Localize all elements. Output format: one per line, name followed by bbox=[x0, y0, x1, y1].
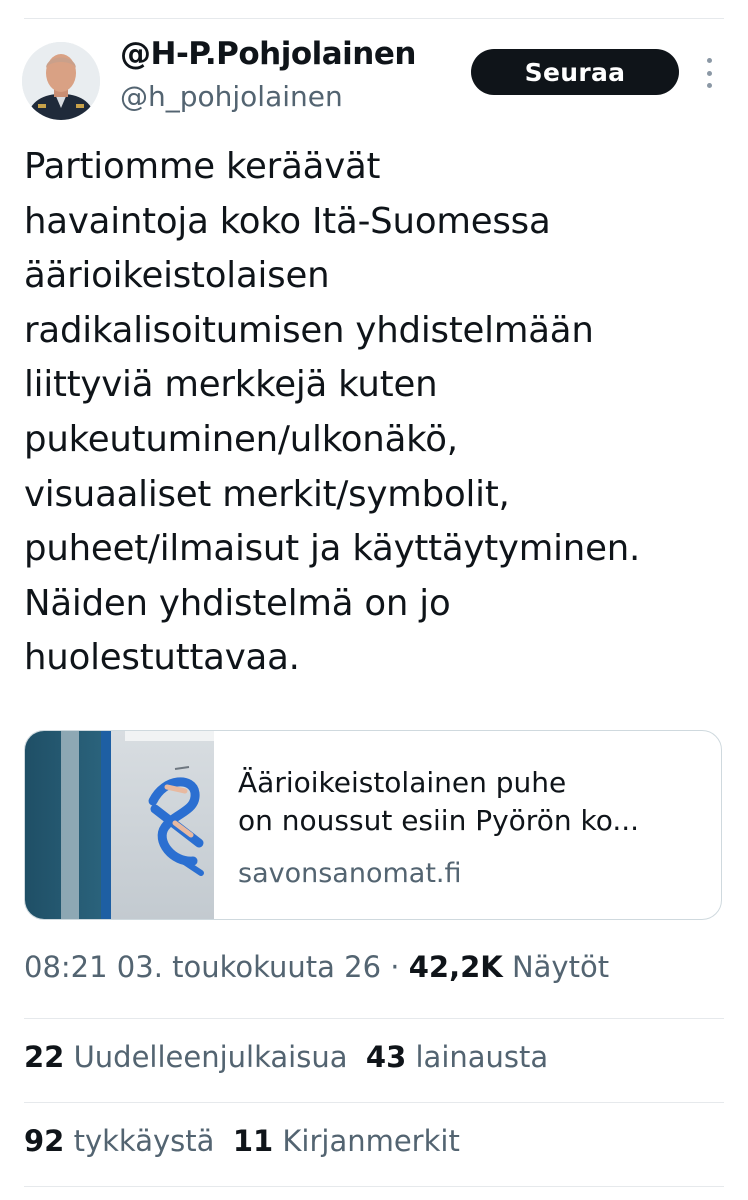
tweet-text-line: pukeutuminen/ulkonäkö, bbox=[24, 418, 458, 460]
tweet-time[interactable]: 08:21 bbox=[24, 950, 108, 984]
tweet-text-line: äärioikeistolaisen bbox=[24, 255, 330, 297]
tweet-text-line: visuaaliset merkit/symbolit, bbox=[24, 473, 510, 515]
tweet-text-line: Näiden yhdistelmä on jo bbox=[24, 582, 451, 624]
link-card-title-line: on noussut esiin Pyörön ko... bbox=[238, 804, 640, 837]
tweet-text-line: liittyviä merkkejä kuten bbox=[24, 364, 438, 406]
reposts-label: Uudelleenjulkaisua bbox=[73, 1040, 348, 1074]
tweet-date[interactable]: 03. toukokuuta 26 bbox=[117, 950, 381, 984]
avatar[interactable] bbox=[22, 42, 100, 120]
divider bbox=[24, 1186, 724, 1187]
link-card-domain: savonsanomat.fi bbox=[238, 858, 462, 889]
views-label: Näytöt bbox=[511, 950, 610, 984]
thumbnail-image bbox=[25, 731, 214, 919]
follow-button[interactable]: Seuraa bbox=[471, 49, 679, 95]
tweet-text-line: havaintoja koko Itä-Suomessa bbox=[24, 200, 551, 242]
reposts-count: 22 bbox=[24, 1040, 65, 1074]
more-dot bbox=[706, 58, 712, 63]
bookmarks-count: 11 bbox=[232, 1124, 274, 1158]
link-card[interactable]: Äärioikeistolainen puhe on noussut esiin… bbox=[24, 730, 722, 920]
more-vertical-icon[interactable] bbox=[699, 58, 719, 88]
link-card-title: Äärioikeistolainen puhe on noussut esiin… bbox=[238, 764, 708, 840]
likes-stat[interactable]: 92 tykkäystä bbox=[24, 1124, 214, 1158]
tweet-text-line: Partiomme keräävät bbox=[24, 146, 381, 187]
likes-count: 92 bbox=[24, 1124, 65, 1158]
link-card-thumbnail bbox=[25, 731, 214, 919]
quotes-label: lainausta bbox=[415, 1040, 549, 1074]
author-handle[interactable]: @h_pohjolainen bbox=[120, 80, 343, 113]
tweet-text: Partiomme keräävät havaintoja koko Itä-S… bbox=[24, 140, 724, 686]
bookmarks-label: Kirjanmerkit bbox=[282, 1124, 460, 1158]
more-dot bbox=[706, 70, 712, 76]
likes-label: tykkäystä bbox=[73, 1124, 215, 1158]
quotes-stat[interactable]: 43 lainausta bbox=[366, 1040, 548, 1074]
views-count: 42,2K bbox=[408, 950, 503, 984]
bookmarks-stat[interactable]: 11 Kirjanmerkit bbox=[233, 1124, 460, 1158]
stats-row-reposts: 22 Uudelleenjulkaisua 43 lainausta bbox=[24, 1040, 548, 1074]
divider bbox=[24, 1018, 724, 1019]
tweet-text-line: radikalisoitumisen yhdistelmään bbox=[24, 309, 594, 351]
meta-separator: · bbox=[390, 950, 400, 984]
author-display-name[interactable]: @H-P.Pohjolainen bbox=[120, 36, 416, 72]
reposts-stat[interactable]: 22 Uudelleenjulkaisua bbox=[24, 1040, 347, 1074]
tweet-text-line: huolestuttavaa. bbox=[24, 637, 300, 679]
more-dot bbox=[706, 83, 712, 88]
quotes-count: 43 bbox=[365, 1040, 407, 1074]
divider bbox=[24, 1102, 724, 1103]
tweet-meta: 08:21 03. toukokuuta 26 · 42,2K Näytöt bbox=[24, 950, 609, 984]
top-divider bbox=[24, 18, 724, 19]
tweet-text-line: puheet/ilmaisut ja käyttäytyminen. bbox=[24, 528, 641, 570]
link-card-title-line: Äärioikeistolainen puhe bbox=[238, 766, 567, 799]
avatar-image bbox=[22, 42, 100, 120]
stats-row-likes: 92 tykkäystä 11 Kirjanmerkit bbox=[24, 1124, 460, 1158]
